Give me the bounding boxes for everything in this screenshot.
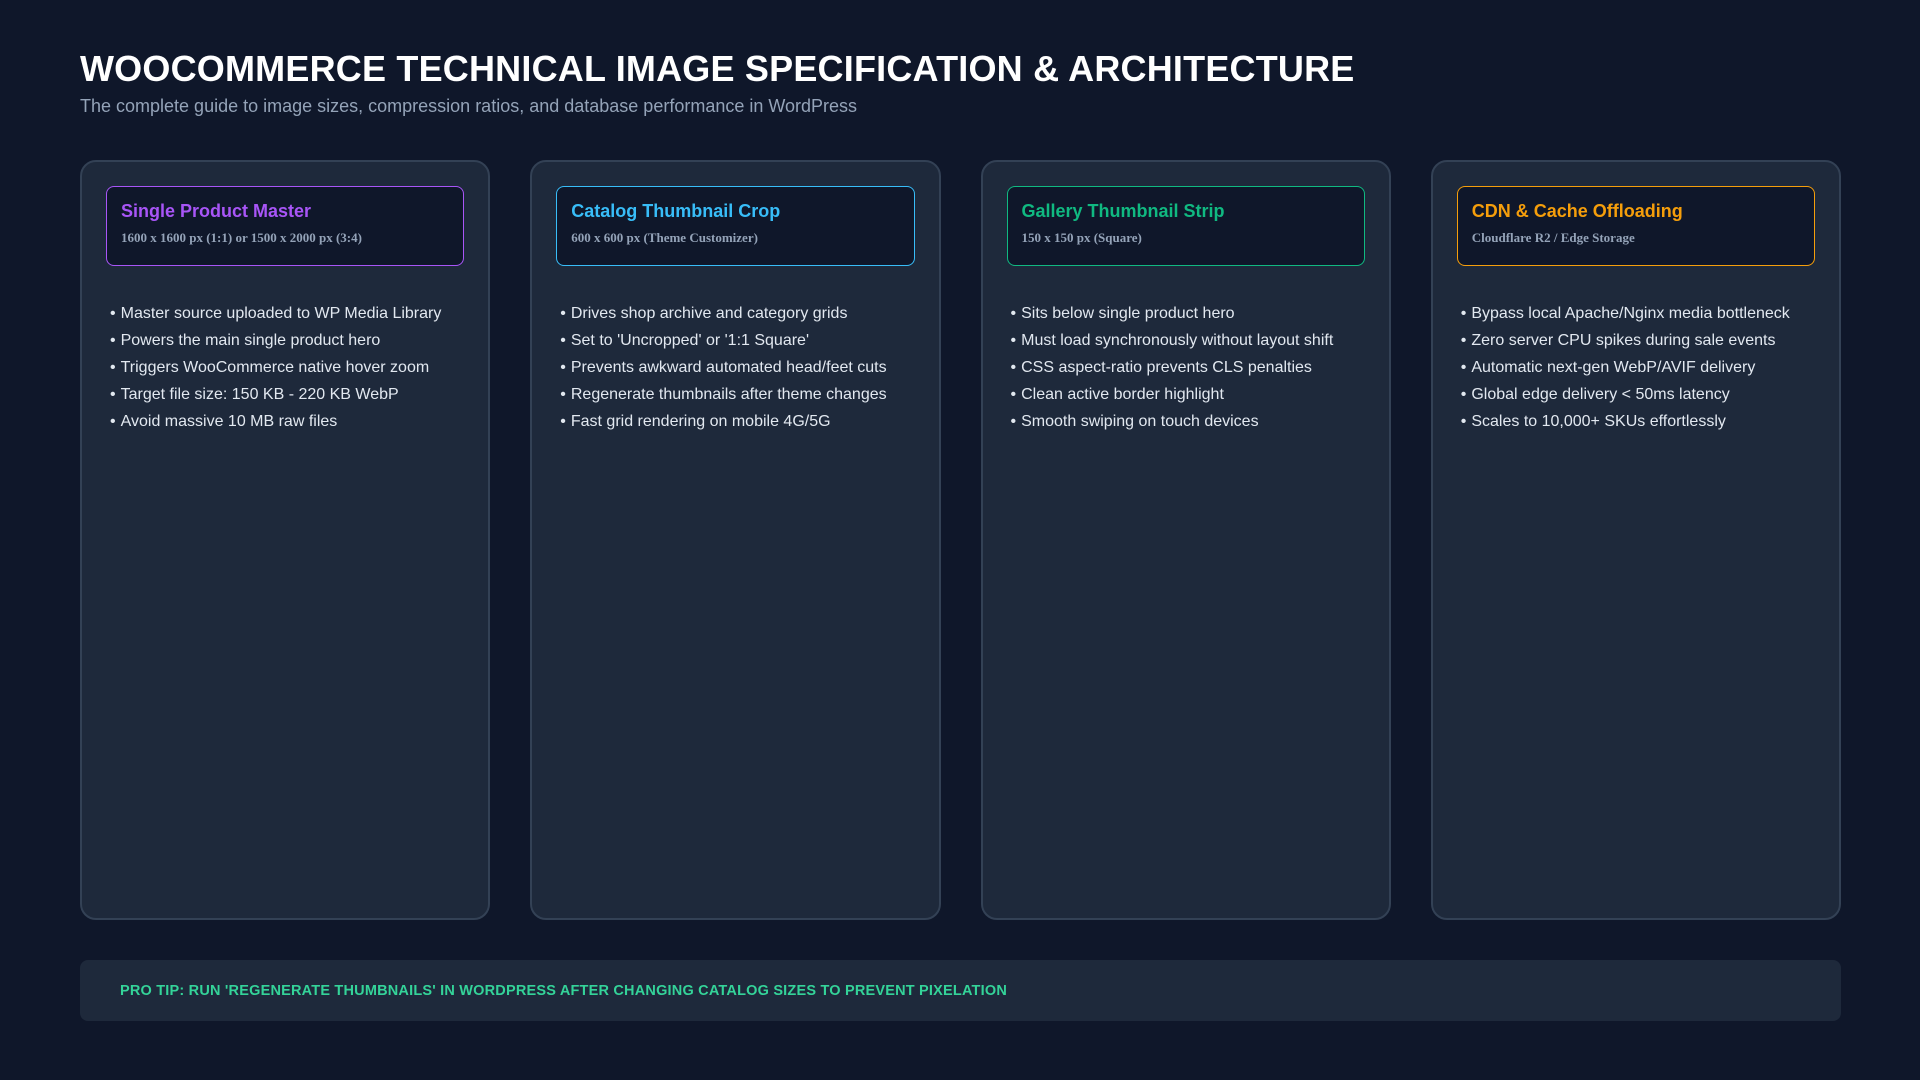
card-gallery-thumbnail-strip: Gallery Thumbnail Strip 150 x 150 px (Squ… [980,160,1391,920]
card-grid: Single Product Master 1600 x 1600 px (1:1… [80,160,1841,920]
bullet-list: • Master source uploaded to WP Media Libr… [106,300,464,435]
bullet-text: Automatic next-gen WebP/AVIF delivery [1471,359,1756,376]
bullet-dot-icon: • [1010,305,1017,322]
card-header: Gallery Thumbnail Strip 150 x 150 px (Squ… [1006,186,1365,266]
bullet-text: Prevents awkward automated head/feet cut… [570,359,887,376]
page-subtitle: The complete guide to image sizes, compr… [80,96,858,116]
bullet-text: Clean active border highlight [1021,386,1224,403]
page: WOOCOMMERCE TECHNICAL IMAGE SPECIFICATIO… [0,0,1920,1080]
bullet-text: Scales to 10,000+ SKUs effortlessly [1471,413,1726,430]
card-spec: 1600 x 1600 px (1:1) or 1500 x 2000 px (… [121,230,362,245]
bullet-list: • Sits below single product hero • Must loa… [1007,300,1365,435]
bullet-item: • Must load synchronously without layout … [1011,327,1365,354]
bullet-dot-icon: • [110,332,116,349]
bullet-dot-icon: • [1460,332,1467,349]
bullet-item: • Scales to 10,000+ SKUs effortlessly [1461,408,1815,435]
bullet-item: • Triggers WooCommerce native hover zoom [110,354,464,381]
bullet-item: • Global edge delivery < 50ms latency [1461,381,1815,408]
bullet-text: Sits below single product hero [1021,305,1235,322]
card-single-product-master: Single Product Master 1600 x 1600 px (1:1… [80,160,491,920]
bullet-item: • Clean active border highlight [1011,381,1365,408]
bullet-text: Target file size: 150 KB - 220 KB WebP [120,386,399,403]
bullet-dot-icon: • [1460,413,1467,430]
bullet-text: Drives shop archive and category grids [570,305,848,322]
card-catalog-thumbnail-crop: Catalog Thumbnail Crop 600 x 600 px (Them… [530,160,941,920]
bullet-dot-icon: • [110,359,116,376]
bullet-item: • Master source uploaded to WP Media Libr… [110,300,464,327]
card-title: CDN & Cache Offloading [1471,201,1683,221]
card-header: Catalog Thumbnail Crop 600 x 600 px (Them… [556,186,915,266]
bullet-list: • Bypass local Apache/Nginx media bottlen… [1457,300,1815,435]
bullet-text: Fast grid rendering on mobile 4G/5G [570,413,831,430]
bullet-text: Triggers WooCommerce native hover zoom [120,359,430,376]
card-title: Single Product Master [121,201,312,221]
bullet-dot-icon: • [1010,386,1017,403]
pro-tip-banner: PRO TIP: RUN 'REGENERATE THUMBNAILS' IN … [80,960,1841,1021]
bullet-dot-icon: • [560,359,566,376]
bullet-item: • Avoid massive 10 MB raw files [110,408,464,435]
bullet-text: Regenerate thumbnails after theme change… [570,386,887,403]
bullet-text: Smooth swiping on touch devices [1021,413,1259,430]
bullet-dot-icon: • [1460,305,1467,322]
bullet-item: • Set to 'Uncropped' or '1:1 Square' [560,327,914,354]
bullet-item: • Powers the main single product hero [110,327,464,354]
bullet-item: • Prevents awkward automated head/feet cu… [560,354,914,381]
bullet-item: • Target file size: 150 KB - 220 KB WebP [110,381,464,408]
bullet-dot-icon: • [1010,359,1017,376]
bullet-item: • Smooth swiping on touch devices [1011,408,1365,435]
bullet-item: • Drives shop archive and category grids [560,300,914,327]
bullet-text: Avoid massive 10 MB raw files [120,413,338,430]
bullet-dot-icon: • [560,332,566,349]
bullet-item: • Regenerate thumbnails after theme chang… [560,381,914,408]
bullet-item: • Automatic next-gen WebP/AVIF delivery [1461,354,1815,381]
bullet-text: Global edge delivery < 50ms latency [1471,386,1730,403]
card-title: Gallery Thumbnail Strip [1021,201,1225,221]
bullet-dot-icon: • [1010,413,1017,430]
bullet-text: Master source uploaded to WP Media Libra… [120,305,442,322]
bullet-item: • Bypass local Apache/Nginx media bottlen… [1461,300,1815,327]
card-header: CDN & Cache Offloading Cloudflare R2 / Ed… [1456,186,1815,266]
bullet-dot-icon: • [1010,332,1017,349]
bullet-item: • Sits below single product hero [1011,300,1365,327]
card-cdn-cache-offloading: CDN & Cache Offloading Cloudflare R2 / Ed… [1430,160,1841,920]
bullet-text: Set to 'Uncropped' or '1:1 Square' [570,332,809,349]
bullet-dot-icon: • [560,305,566,322]
bullet-dot-icon: • [110,305,116,322]
page-title: WOOCOMMERCE TECHNICAL IMAGE SPECIFICATIO… [80,48,1355,89]
bullet-text: Zero server CPU spikes during sale event… [1471,332,1776,349]
bullet-item: • CSS aspect-ratio prevents CLS penalties [1011,354,1365,381]
card-spec: 600 x 600 px (Theme Customizer) [571,230,758,245]
bullet-item: • Fast grid rendering on mobile 4G/5G [560,408,914,435]
bullet-text: Bypass local Apache/Nginx media bottlene… [1471,305,1790,322]
bullet-dot-icon: • [1460,359,1467,376]
bullet-text: CSS aspect-ratio prevents CLS penalties [1021,359,1312,376]
bullet-dot-icon: • [110,413,116,430]
bullet-dot-icon: • [1460,386,1467,403]
bullet-dot-icon: • [560,413,566,430]
bullet-text: Must load synchronously without layout s… [1021,332,1334,349]
pro-tip-text: PRO TIP: RUN 'REGENERATE THUMBNAILS' IN … [120,982,1007,999]
bullet-dot-icon: • [560,386,566,403]
card-title: Catalog Thumbnail Crop [571,201,781,221]
card-header: Single Product Master 1600 x 1600 px (1:1… [106,186,465,266]
bullet-list: • Drives shop archive and category grids •… [556,300,914,435]
card-spec: 150 x 150 px (Square) [1021,230,1142,245]
bullet-item: • Zero server CPU spikes during sale even… [1461,327,1815,354]
bullet-text: Powers the main single product hero [120,332,381,349]
bullet-dot-icon: • [110,386,116,403]
card-spec: Cloudflare R2 / Edge Storage [1471,230,1635,245]
